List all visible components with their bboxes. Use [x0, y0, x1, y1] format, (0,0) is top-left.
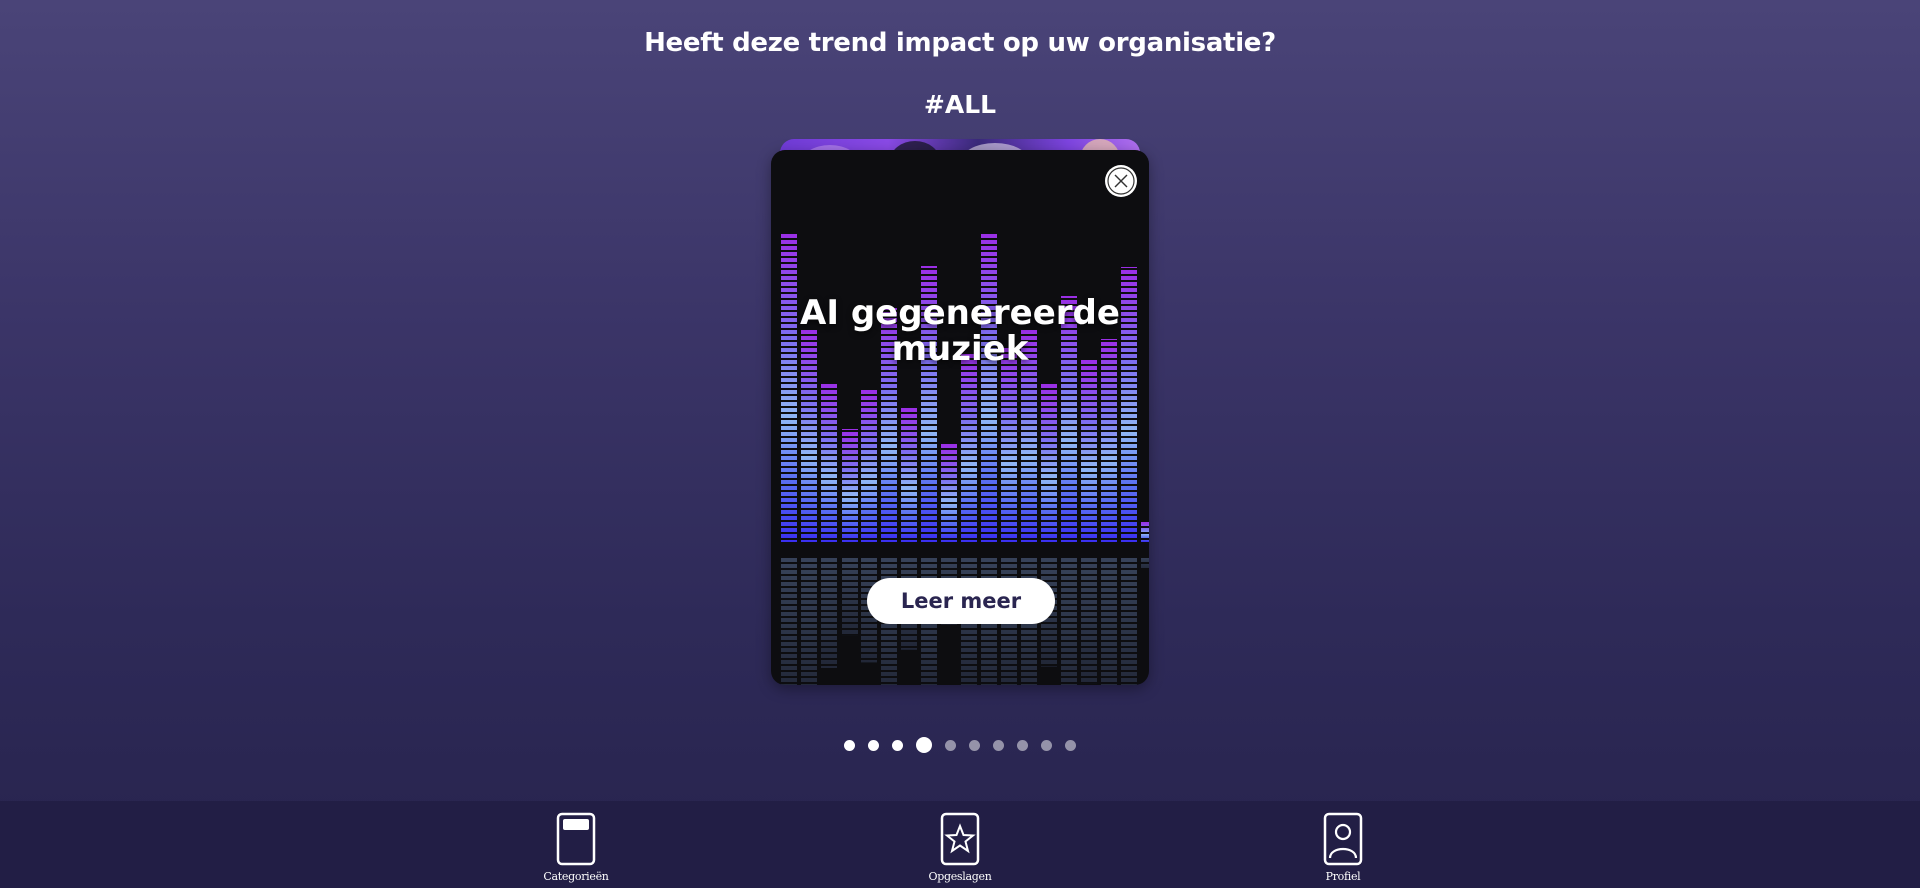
- equalizer-bar-stripes: [901, 408, 917, 542]
- trend-title: AI gegenereerde muziek: [800, 293, 1120, 369]
- equalizer-bar-stripes: [1141, 522, 1149, 542]
- nav-label-profile: Profiel: [1325, 870, 1361, 883]
- equalizer-bar-stripes: [941, 444, 957, 542]
- pagination-dot[interactable]: [892, 739, 903, 751]
- nav-item-saved[interactable]: Opgeslagen: [900, 812, 1020, 883]
- equalizer-reflection-stripes: [1121, 556, 1137, 685]
- equalizer-reflection-stripes: [1061, 556, 1077, 685]
- bottom-navigation: Categorieën Opgeslagen Profiel: [0, 801, 1920, 888]
- close-icon: [1107, 167, 1135, 195]
- equalizer-bar-stripes: [1001, 347, 1017, 542]
- equalizer-bar-stripes: [981, 232, 997, 542]
- equalizer-bar-stripes: [961, 353, 977, 542]
- close-button[interactable]: [1105, 165, 1137, 197]
- equalizer-reflection-stripes: [1101, 556, 1117, 685]
- pagination-dot[interactable]: [1065, 739, 1076, 751]
- equalizer-bar-stripes: [842, 429, 858, 542]
- equalizer-reflection-stripes: [1141, 556, 1149, 570]
- pagination-dot[interactable]: [969, 739, 980, 751]
- pagination-dot[interactable]: [868, 739, 879, 751]
- pagination-dot[interactable]: [993, 739, 1004, 751]
- equalizer-bar-stripes: [1041, 384, 1057, 542]
- equalizer-bar-stripes: [861, 390, 877, 542]
- equalizer-reflection-stripes: [1081, 556, 1097, 684]
- nav-item-categories[interactable]: Categorieën: [516, 812, 636, 883]
- nav-item-profile[interactable]: Profiel: [1283, 812, 1403, 883]
- categories-icon: [556, 812, 596, 866]
- equalizer-bar-stripes: [1101, 339, 1117, 542]
- trend-card[interactable]: AI gegenereerde muziek Leer meer: [771, 150, 1149, 685]
- star-icon: [940, 812, 980, 866]
- pagination-dots: [0, 737, 1920, 753]
- equalizer-bar-stripes: [781, 232, 797, 542]
- hashtag-label: #ALL: [923, 90, 997, 119]
- pagination-dot[interactable]: [844, 739, 855, 751]
- question-heading: Heeft deze trend impact op uw organisati…: [644, 28, 1276, 58]
- pagination-dot[interactable]: [1017, 739, 1028, 751]
- equalizer-reflection-stripes: [821, 556, 837, 668]
- nav-label-categories: Categorieën: [543, 870, 609, 883]
- profile-icon: [1323, 812, 1363, 866]
- equalizer-bar-stripes: [1081, 360, 1097, 542]
- equalizer-reflection-stripes: [801, 556, 817, 685]
- pagination-dot[interactable]: [945, 739, 956, 751]
- equalizer-reflection-stripes: [781, 556, 797, 685]
- card-stack: AI gegenereerde muziek Leer meer: [771, 139, 1149, 685]
- learn-more-button[interactable]: Leer meer: [867, 578, 1055, 624]
- pagination-dot[interactable]: [1041, 739, 1052, 751]
- pagination-dot[interactable]: [916, 737, 932, 753]
- equalizer-reflection-stripes: [842, 556, 858, 636]
- equalizer-bar-stripes: [821, 382, 837, 542]
- nav-label-saved: Opgeslagen: [928, 870, 992, 883]
